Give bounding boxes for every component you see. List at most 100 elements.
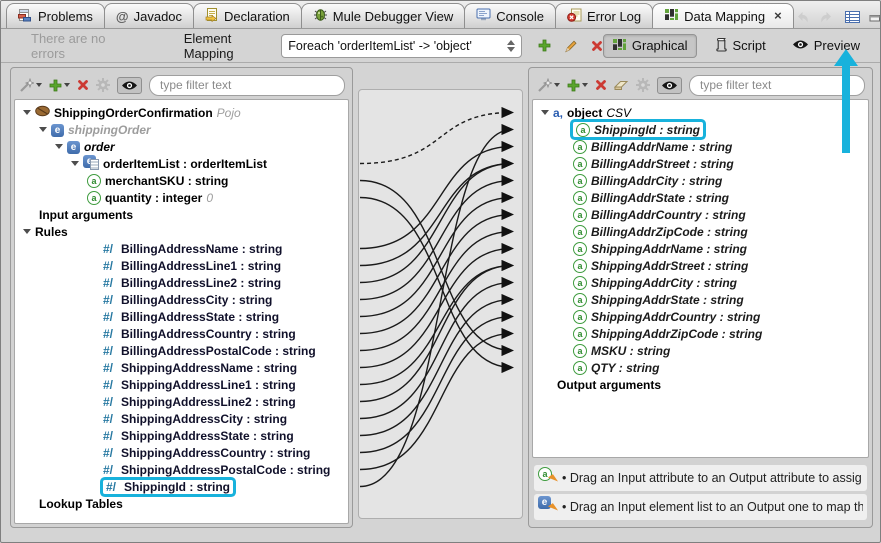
tree-row[interactable]: #/ BillingAddressName : string [15, 240, 348, 257]
rule-prefix: #/ [103, 462, 114, 477]
tree-row-label: ShippingAddrState : string [591, 292, 744, 307]
expand-arrow-icon[interactable] [39, 127, 47, 132]
expand-arrow-icon[interactable] [55, 144, 63, 149]
eraser-tool-button[interactable] [614, 79, 629, 91]
tree-row[interactable]: a BillingAddrCity : string [533, 172, 868, 189]
tree-row[interactable]: Input arguments [15, 206, 348, 223]
tree-row[interactable]: #/ BillingAddressPostalCode : string [15, 342, 348, 359]
tree-row[interactable]: Lookup Tables [15, 495, 348, 512]
data-mapping-window: Problems @ Javadoc Declaration Mule Debugger… [0, 0, 881, 543]
tree-row[interactable]: #/ ShippingAddressCity : string [15, 410, 348, 427]
tree-row[interactable]: #/ ShippingId : string [15, 478, 348, 495]
view-button-script[interactable]: Script [707, 34, 774, 58]
mapping-connection[interactable] [359, 106, 515, 165]
mapping-canvas[interactable] [358, 89, 523, 519]
delete-mapping-button[interactable] [591, 40, 603, 52]
tree-row[interactable]: #/ BillingAddressCity : string [15, 291, 348, 308]
tab-javadoc[interactable]: @ Javadoc [103, 3, 195, 28]
mapping-connection[interactable] [359, 157, 515, 267]
tree-row[interactable]: a, object CSV [533, 104, 868, 121]
tree-row[interactable]: e order [15, 138, 348, 155]
tree-row[interactable]: Rules [15, 223, 348, 240]
tree-row[interactable]: #/ ShippingAddressCountry : string [15, 444, 348, 461]
tree-row[interactable]: #/ ShippingAddressPostalCode : string [15, 461, 348, 478]
tree-row[interactable]: a ShippingAddrZipCode : string [533, 325, 868, 342]
tree-row[interactable]: a ShippingAddrCountry : string [533, 308, 868, 325]
expand-arrow-icon[interactable] [23, 110, 31, 115]
mapping-connection[interactable] [359, 242, 515, 369]
tree-row[interactable]: #/ BillingAddressState : string [15, 308, 348, 325]
tree-row[interactable]: a ShippingId : string [533, 121, 868, 138]
tree-row[interactable]: #/ ShippingAddressLine2 : string [15, 393, 348, 410]
tab-label: Error Log [586, 8, 642, 24]
minimize-button[interactable] [869, 12, 880, 23]
tree-row[interactable]: #/ ShippingAddressName : string [15, 359, 348, 376]
eye-tool-button[interactable] [117, 76, 142, 94]
tree-row[interactable]: a ShippingAddrStreet : string [533, 257, 868, 274]
add-tool-button[interactable] [567, 79, 588, 92]
mapping-connection[interactable] [359, 174, 515, 301]
wand-tool-button[interactable] [536, 77, 560, 93]
close-tab-icon[interactable]: × [774, 9, 782, 22]
tree-row[interactable]: a BillingAddrState : string [533, 189, 868, 206]
tree-row[interactable]: #/ BillingAddressCountry : string [15, 325, 348, 342]
delete-tool-button[interactable] [595, 79, 607, 91]
tree-row-label: BillingAddrZipCode : string [591, 224, 748, 239]
eye-tool-button[interactable] [657, 76, 682, 94]
tab-error-log[interactable]: Error Log [554, 3, 654, 28]
delete-tool-button[interactable] [77, 79, 89, 91]
expand-arrow-icon[interactable] [541, 110, 549, 115]
tab-data-mapping[interactable]: Data Mapping × [652, 3, 794, 28]
tree-row[interactable]: #/ BillingAddressLine1 : string [15, 257, 348, 274]
expand-arrow-icon[interactable] [71, 161, 79, 166]
tab-declaration[interactable]: Declaration [193, 3, 302, 28]
tree-row[interactable]: a QTY : string [533, 359, 868, 376]
tree-row[interactable]: a ShippingAddrState : string [533, 291, 868, 308]
wand-tool-button[interactable] [18, 77, 42, 93]
mapping-connection[interactable] [359, 225, 515, 352]
tree-row[interactable]: a ShippingAddrCity : string [533, 274, 868, 291]
tree-row[interactable]: a ShippingAddrName : string [533, 240, 868, 257]
tree-row[interactable]: a quantity : integer 0 [15, 189, 348, 206]
attribute-icon: a [573, 275, 587, 290]
mapping-connection[interactable] [359, 157, 515, 284]
tab-problems[interactable]: Problems [6, 3, 105, 28]
output-filter-field[interactable] [689, 74, 865, 96]
tab-mule-debugger-view[interactable]: Mule Debugger View [300, 3, 466, 28]
tree-row[interactable]: a BillingAddrStreet : string [533, 155, 868, 172]
attribute-icon: a [573, 326, 587, 341]
add-tool-button[interactable] [49, 79, 70, 92]
tree-row[interactable]: ShippingOrderConfirmation Pojo [15, 104, 348, 121]
tree-row[interactable]: Output arguments [533, 376, 868, 393]
tree-row[interactable]: e shippingOrder [15, 121, 348, 138]
mapping-connection[interactable] [359, 196, 515, 374]
attribute-icon: a [573, 360, 587, 375]
tab-console[interactable]: Console [464, 3, 556, 28]
tree-row[interactable]: a MSKU : string [533, 342, 868, 359]
expand-arrow-icon[interactable] [23, 229, 31, 234]
nav-back-button[interactable] [793, 10, 810, 24]
tree-row[interactable]: a BillingAddrCountry : string [533, 206, 868, 223]
tab-label: Javadoc [133, 8, 183, 24]
tree-row[interactable]: a BillingAddrZipCode : string [533, 223, 868, 240]
view-button-graphical[interactable]: Graphical [602, 33, 697, 58]
tree-row[interactable]: #/ BillingAddressLine2 : string [15, 274, 348, 291]
hint-text: • Drag an Input attribute to an Output a… [562, 471, 862, 485]
tree-row[interactable]: e orderItemList : orderItemList [15, 155, 348, 172]
gear-tool-button[interactable] [636, 78, 650, 92]
gear-tool-button[interactable] [96, 78, 110, 92]
tree-row[interactable]: #/ ShippingAddressState : string [15, 427, 348, 444]
output-tree: a, object CSV a ShippingId : string a Billing… [532, 99, 869, 458]
tree-row[interactable]: a merchantSKU : string [15, 172, 348, 189]
nav-forward-button[interactable] [819, 10, 836, 24]
pencil-mapping-button[interactable] [564, 39, 578, 53]
input-filter-field[interactable] [149, 74, 345, 96]
view-menu-button[interactable] [844, 11, 860, 23]
element-mapping-dropdown[interactable]: Foreach 'orderItemList' -> 'object' [281, 33, 522, 58]
tree-row-label: BillingAddrState : string [591, 190, 729, 205]
view-button-preview[interactable]: Preview [784, 35, 868, 56]
mapping-connection[interactable] [359, 123, 515, 488]
add-mapping-button[interactable] [538, 39, 551, 52]
tree-row[interactable]: a BillingAddrName : string [533, 138, 868, 155]
tree-row[interactable]: #/ ShippingAddressLine1 : string [15, 376, 348, 393]
